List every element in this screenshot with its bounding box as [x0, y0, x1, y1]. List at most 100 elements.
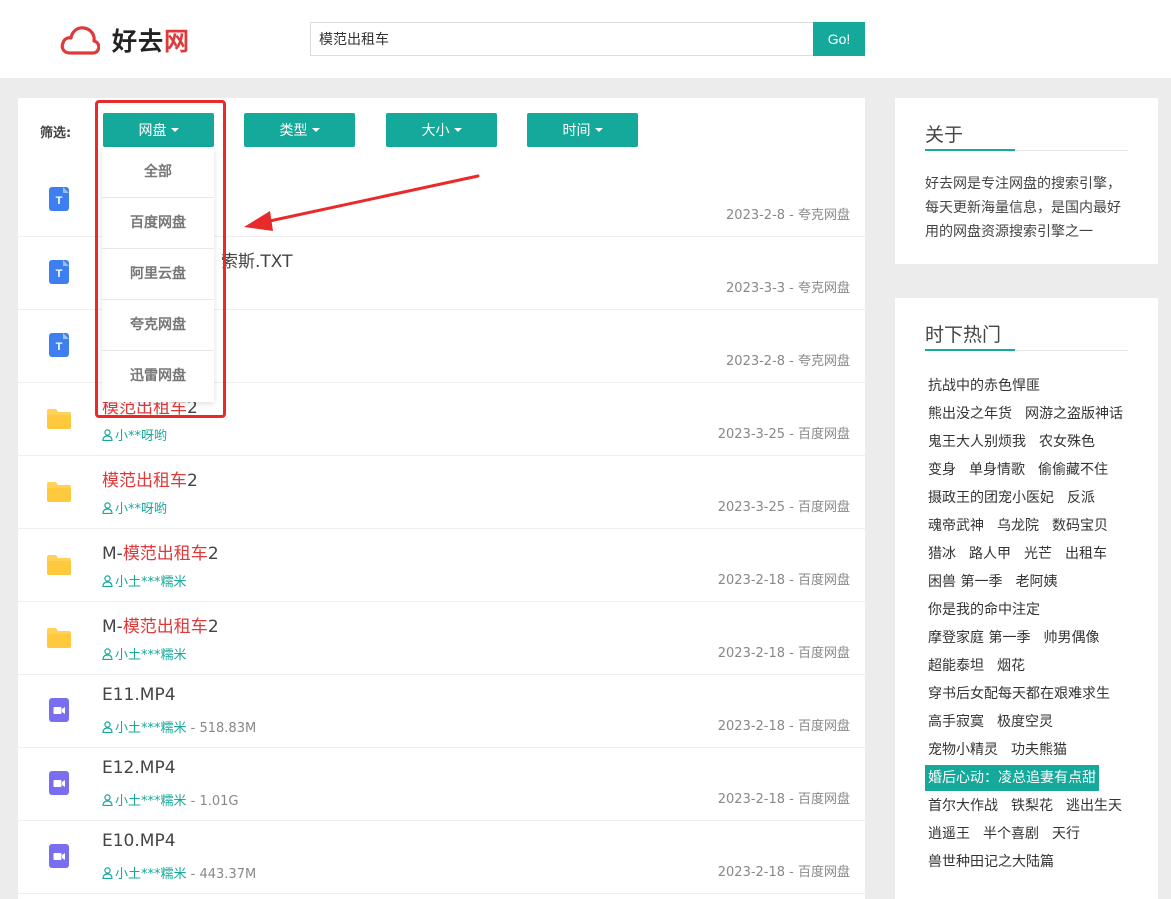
pan-filter-dropdown: 全部 百度网盘 阿里云盘 夸克网盘 迅雷网盘	[102, 147, 214, 402]
hot-tag[interactable]: 半个喜剧	[980, 821, 1042, 847]
dropdown-item-aliyun[interactable]: 阿里云盘	[102, 249, 214, 300]
hot-tag[interactable]: 超能泰坦	[925, 653, 987, 679]
hot-tag-row: 穿书后女配每天都在艰难求生	[925, 680, 1135, 708]
dropdown-item-baidu[interactable]: 百度网盘	[102, 198, 214, 249]
hot-tag[interactable]: 猎冰	[925, 541, 959, 567]
site-logo[interactable]: 好去网	[60, 22, 190, 58]
result-user[interactable]: 小土***糯米	[115, 575, 187, 590]
hot-tag[interactable]: 天行	[1049, 821, 1083, 847]
hot-tag[interactable]: 单身情歌	[966, 457, 1028, 483]
result-row[interactable]: E10.MP4 小土***糯米 - 443.37M 2023-2-18 - 百度网盘	[18, 821, 865, 894]
hot-tag[interactable]: 农女殊色	[1036, 429, 1098, 455]
hot-tag[interactable]: 熊出没之年货	[925, 401, 1015, 427]
hot-tag-row: 抗战中的赤色悍匪	[925, 372, 1135, 400]
hot-tag[interactable]: 光芒	[1021, 541, 1055, 567]
result-meta: 小土***糯米 - 1.01G	[102, 790, 239, 809]
hot-tag[interactable]: 首尔大作战	[925, 793, 1001, 819]
search-input[interactable]	[310, 22, 814, 56]
file-type-icon: T	[46, 332, 72, 358]
result-title[interactable]: E11.MP4	[102, 685, 176, 705]
result-row[interactable]: M-模范出租车2 小土***糯米 2023-2-18 - 百度网盘	[18, 602, 865, 675]
hot-tag-row: 兽世种田记之大陆篇	[925, 848, 1135, 876]
result-user[interactable]: 小土***糯米	[115, 721, 187, 736]
hot-tag[interactable]: 困兽 第一季	[925, 569, 1005, 595]
result-date-source: 2023-3-25 - 百度网盘	[717, 427, 850, 442]
result-date-source: 2023-3-25 - 百度网盘	[717, 500, 850, 515]
about-divider	[925, 149, 1128, 151]
hot-tag[interactable]: 婚后心动：凌总追妻有点甜	[925, 765, 1099, 791]
hot-tag[interactable]: 鬼王大人别烦我	[925, 429, 1029, 455]
caret-down-icon	[311, 128, 320, 132]
result-title[interactable]: M-模范出租车2	[102, 539, 219, 564]
hot-tag[interactable]: 路人甲	[966, 541, 1014, 567]
file-type-icon	[46, 551, 72, 577]
result-date-source: 2023-2-18 - 百度网盘	[717, 719, 850, 734]
hot-tag[interactable]: 逍遥王	[925, 821, 973, 847]
result-meta: 小土***糯米 - 443.37M	[102, 863, 256, 882]
hot-tag[interactable]: 摩登家庭 第一季	[925, 625, 1033, 651]
result-date-source: 2023-3-3 - 夸克网盘	[726, 281, 850, 296]
hot-tag[interactable]: 你是我的命中注定	[925, 597, 1043, 623]
hot-tag[interactable]: 宠物小精灵	[925, 737, 1001, 763]
result-row[interactable]: M-模范出租车2 小土***糯米 2023-2-18 - 百度网盘	[18, 529, 865, 602]
user-icon	[102, 648, 113, 660]
hot-box: 时下热门 抗战中的赤色悍匪 熊出没之年货 网游之盗版神话 鬼王大人别烦我 农女殊色 变身单…	[895, 298, 1158, 899]
hot-tag[interactable]: 逃出生天	[1063, 793, 1125, 819]
result-row[interactable]: 模范出租车2 小**呀哟 2023-3-25 - 百度网盘	[18, 456, 865, 529]
result-row[interactable]: E11.MP4 小土***糯米 - 518.83M 2023-2-18 - 百度网盘	[18, 675, 865, 748]
hot-tag[interactable]: 偷偷藏不住	[1035, 457, 1111, 483]
hot-tag[interactable]: 兽世种田记之大陆篇	[925, 849, 1057, 875]
result-row[interactable]: E12.MP4 小土***糯米 - 1.01G 2023-2-18 - 百度网盘	[18, 748, 865, 821]
hot-tag[interactable]: 铁梨花	[1008, 793, 1056, 819]
hot-tag[interactable]: 摄政王的团宠小医妃	[925, 485, 1057, 511]
hot-tag-row: 高手寂寞 极度空灵	[925, 708, 1135, 736]
filter-pan-button[interactable]: 网盘	[103, 113, 214, 147]
hot-tag[interactable]: 魂帝武神	[925, 513, 987, 539]
hot-tag[interactable]: 乌龙院	[994, 513, 1042, 539]
search-button[interactable]: Go!	[813, 22, 865, 56]
hot-tag[interactable]: 极度空灵	[994, 709, 1056, 735]
hot-tag[interactable]: 老阿姨	[1012, 569, 1060, 595]
result-user[interactable]: 小**呀哟	[115, 429, 167, 444]
hot-tag-row: 魂帝武神 乌龙院 数码宝贝	[925, 512, 1135, 540]
hot-tag[interactable]: 高手寂寞	[925, 709, 987, 735]
hot-tag-row: 变身 单身情歌 偷偷藏不住	[925, 456, 1135, 484]
hot-tag[interactable]: 数码宝贝	[1049, 513, 1111, 539]
filter-time-button[interactable]: 时间	[527, 113, 638, 147]
dropdown-item-xunlei[interactable]: 迅雷网盘	[102, 351, 214, 402]
user-icon	[102, 721, 113, 733]
hot-tag[interactable]: 穿书后女配每天都在艰难求生	[925, 681, 1113, 707]
hot-tag[interactable]: 抗战中的赤色悍匪	[925, 373, 1043, 399]
user-icon	[102, 794, 113, 806]
result-size: - 443.37M	[186, 867, 257, 882]
about-title: 关于	[925, 124, 964, 146]
folder-icon	[47, 628, 71, 648]
txt-file-icon: T	[49, 187, 69, 211]
hot-tag[interactable]: 功夫熊猫	[1008, 737, 1070, 763]
result-title[interactable]: E12.MP4	[102, 758, 176, 778]
hot-tag[interactable]: 烟花	[994, 653, 1028, 679]
hot-tag[interactable]: 帅男偶像	[1040, 625, 1102, 651]
hot-tag[interactable]: 网游之盗版神话	[1022, 401, 1126, 427]
hot-tag[interactable]: 变身	[925, 457, 959, 483]
hot-tag[interactable]: 反派	[1064, 485, 1098, 511]
filter-type-button[interactable]: 类型	[244, 113, 355, 147]
result-user[interactable]: 小**呀哟	[115, 502, 167, 517]
hot-tag[interactable]: 出租车	[1062, 541, 1110, 567]
result-user[interactable]: 小土***糯米	[115, 794, 187, 809]
result-title[interactable]: M-模范出租车2	[102, 612, 219, 637]
result-user[interactable]: 小土***糯米	[115, 867, 187, 882]
dropdown-item-all[interactable]: 全部	[102, 147, 214, 198]
hot-tag-list: 抗战中的赤色悍匪 熊出没之年货 网游之盗版神话 鬼王大人别烦我 农女殊色 变身 单身情歌 偷偷…	[925, 372, 1135, 876]
result-title[interactable]: E10.MP4	[102, 831, 176, 851]
result-user[interactable]: 小土***糯米	[115, 648, 187, 663]
file-type-icon	[46, 624, 72, 650]
result-date-source: 2023-2-18 - 百度网盘	[717, 573, 850, 588]
result-title[interactable]: 模范出租车2	[102, 466, 198, 491]
file-type-icon	[46, 405, 72, 431]
dropdown-item-quark[interactable]: 夸克网盘	[102, 300, 214, 351]
filter-size-button[interactable]: 大小	[386, 113, 497, 147]
hot-tag-row: 困兽 第一季 老阿姨	[925, 568, 1135, 596]
hot-tag-row: 鬼王大人别烦我 农女殊色	[925, 428, 1135, 456]
folder-icon	[47, 555, 71, 575]
